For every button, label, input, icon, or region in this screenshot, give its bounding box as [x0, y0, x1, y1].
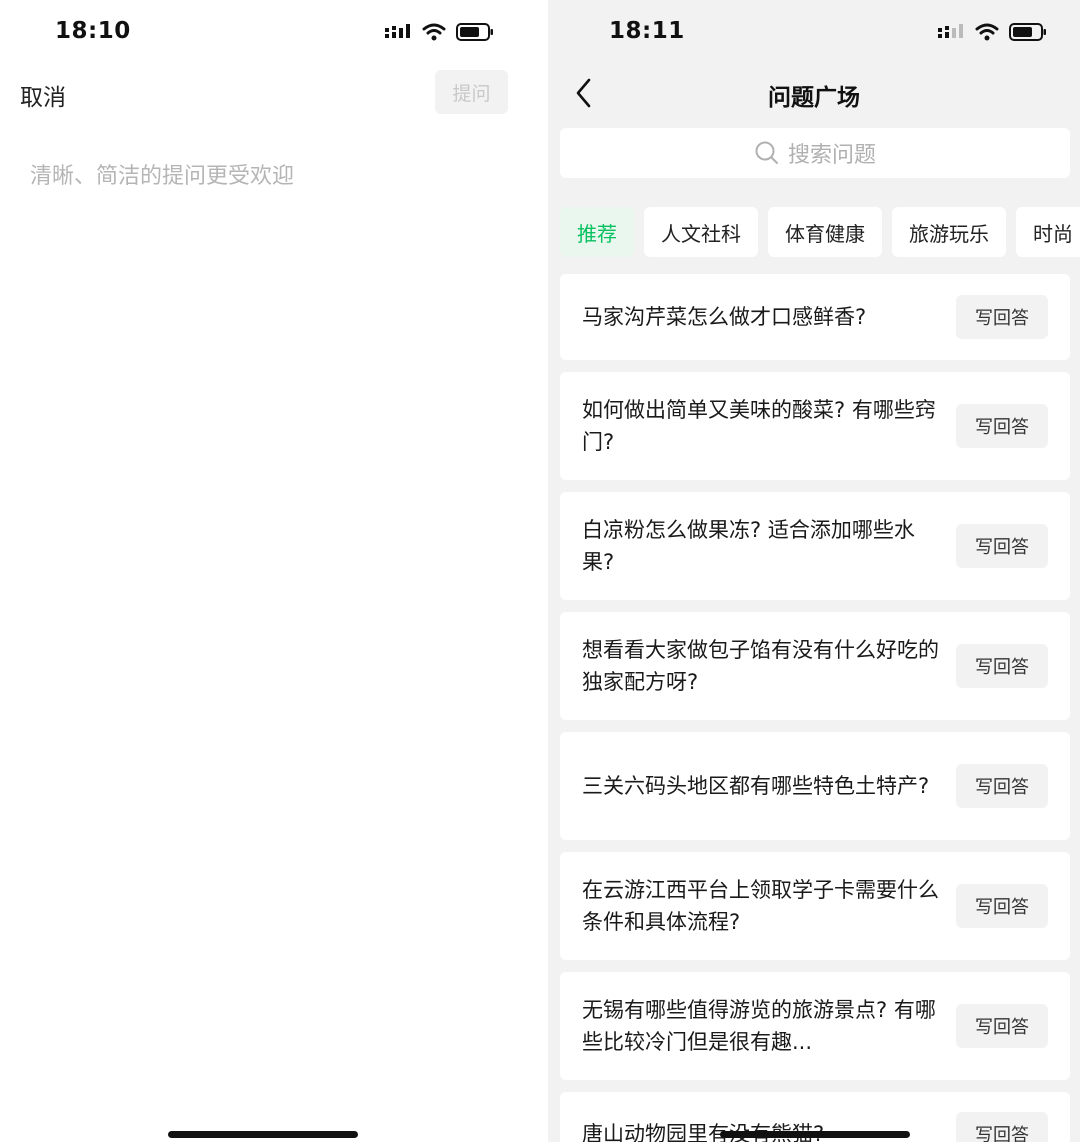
- signal-icon: [938, 24, 963, 38]
- ask-question-screen: 18:10 取消 提问: [0, 0, 548, 1142]
- category-tabs: 推荐 人文社科 体育健康 旅游玩乐 时尚: [560, 207, 1080, 257]
- status-icons: [937, 22, 1047, 42]
- question-text: 白凉粉怎么做果冻? 适合添加哪些水果?: [582, 518, 915, 574]
- write-answer-button[interactable]: 写回答: [956, 884, 1048, 928]
- question-square-screen: 18:11 问题广场 搜索问题 推荐 人文社科 体育健康 旅游玩乐 时尚 马家沟…: [548, 0, 1080, 1142]
- question-text: 无锡有哪些值得游览的旅游景点? 有哪些比较冷门但是很有趣...: [582, 998, 936, 1054]
- question-text: 如何做出简单又美味的酸菜? 有哪些窍门?: [582, 398, 936, 454]
- search-placeholder: 搜索问题: [787, 143, 876, 168]
- search-bar[interactable]: 搜索问题: [560, 128, 1070, 178]
- home-indicator: [720, 1131, 910, 1138]
- question-card[interactable]: 想看看大家做包子馅有没有什么好吃的独家配方呀? 写回答: [560, 612, 1070, 720]
- write-answer-button[interactable]: 写回答: [956, 1112, 1048, 1142]
- question-text: 在云游江西平台上领取学子卡需要什么条件和具体流程?: [582, 878, 939, 934]
- cancel-button[interactable]: 取消: [20, 78, 66, 112]
- question-text: 马家沟芹菜怎么做才口感鲜香?: [582, 305, 867, 329]
- tab-fashion[interactable]: 时尚: [1016, 207, 1080, 257]
- write-answer-button[interactable]: 写回答: [956, 764, 1048, 808]
- question-card[interactable]: 三关六码头地区都有哪些特色土特产? 写回答: [560, 732, 1070, 840]
- tab-sports-health[interactable]: 体育健康: [768, 207, 882, 257]
- question-text: 想看看大家做包子馅有没有什么好吃的独家配方呀?: [582, 638, 939, 694]
- question-card[interactable]: 无锡有哪些值得游览的旅游景点? 有哪些比较冷门但是很有趣... 写回答: [560, 972, 1070, 1080]
- question-card[interactable]: 在云游江西平台上领取学子卡需要什么条件和具体流程? 写回答: [560, 852, 1070, 960]
- status-bar: 18:11: [548, 0, 1080, 66]
- status-time: 18:11: [609, 18, 685, 44]
- status-bar: 18:10: [0, 0, 548, 66]
- battery-icon: [456, 23, 493, 41]
- submit-question-button[interactable]: 提问: [435, 70, 508, 114]
- wifi-icon: [975, 23, 999, 41]
- wifi-icon: [422, 23, 446, 41]
- question-input[interactable]: [30, 156, 520, 196]
- question-card[interactable]: 如何做出简单又美味的酸菜? 有哪些窍门? 写回答: [560, 372, 1070, 480]
- question-text: 唐山动物园里有没有熊猫?: [582, 1122, 825, 1142]
- status-time: 18:10: [55, 18, 131, 44]
- write-answer-button[interactable]: 写回答: [956, 295, 1048, 339]
- write-answer-button[interactable]: 写回答: [956, 1004, 1048, 1048]
- status-icons: [384, 22, 494, 42]
- write-answer-button[interactable]: 写回答: [956, 524, 1048, 568]
- write-answer-button[interactable]: 写回答: [956, 404, 1048, 448]
- tab-humanities[interactable]: 人文社科: [644, 207, 758, 257]
- battery-icon: [1009, 23, 1046, 41]
- question-card[interactable]: 白凉粉怎么做果冻? 适合添加哪些水果? 写回答: [560, 492, 1070, 600]
- home-indicator: [168, 1131, 358, 1138]
- signal-icon: [385, 24, 410, 38]
- question-list: 马家沟芹菜怎么做才口感鲜香? 写回答 如何做出简单又美味的酸菜? 有哪些窍门? …: [560, 274, 1070, 1142]
- tab-recommended[interactable]: 推荐: [560, 207, 634, 257]
- question-text: 三关六码头地区都有哪些特色土特产?: [582, 774, 930, 798]
- question-card[interactable]: 马家沟芹菜怎么做才口感鲜香? 写回答: [560, 274, 1070, 360]
- tab-travel[interactable]: 旅游玩乐: [892, 207, 1006, 257]
- write-answer-button[interactable]: 写回答: [956, 644, 1048, 688]
- page-title: 问题广场: [768, 85, 860, 111]
- search-icon: [755, 141, 778, 164]
